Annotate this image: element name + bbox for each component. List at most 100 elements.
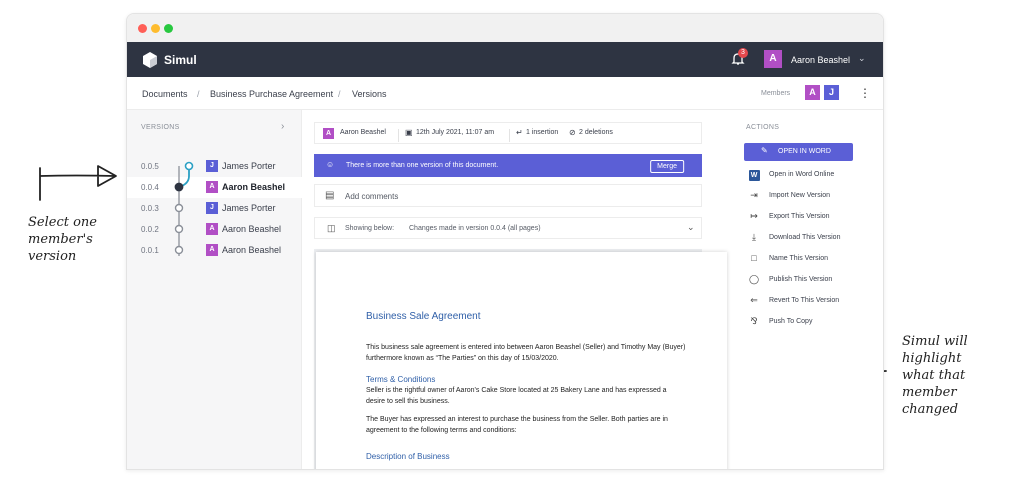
version-row[interactable]: 0.0.1 A Aaron Beashel [127, 240, 302, 261]
banner-message: There is more than one version of this d… [346, 162, 499, 169]
versions-title: VERSIONS [141, 124, 180, 131]
annotation-right: Simul will highlight what that member ch… [902, 334, 968, 417]
add-comments-label: Add comments [345, 192, 399, 201]
breadcrumb-documents[interactable]: Documents [142, 89, 188, 99]
version-number: 0.0.5 [141, 162, 159, 171]
version-date: 12th July 2021, 11:07 am [416, 129, 495, 136]
breadcrumb-separator: / [338, 89, 341, 99]
action-label: Download This Version [769, 234, 841, 241]
action-label: Import New Version [769, 192, 831, 199]
member-avatar[interactable]: J [824, 85, 839, 100]
bookmark-icon: □ [751, 253, 757, 263]
version-author-name: James Porter [222, 161, 276, 171]
version-meta-bar: A Aaron Beashel ▣ 12th July 2021, 11:07 … [314, 122, 702, 144]
action-publish-this-version[interactable]: ◯ Publish This Version [744, 272, 883, 288]
divider [509, 129, 510, 142]
showing-value: Changes made in version 0.0.4 (all pages… [409, 225, 541, 232]
app-name: Simul [164, 53, 197, 67]
version-author-name: Aaron Beashel [222, 224, 282, 234]
open-in-word-button[interactable]: ✎ OPEN IN WORD [744, 143, 853, 161]
version-row[interactable]: 0.0.5 J James Porter [127, 156, 302, 177]
breadcrumb-business-purchase-agreement[interactable]: Business Purchase Agreement [210, 89, 333, 99]
version-node-selected [174, 182, 184, 192]
simul-logo-icon [143, 52, 157, 68]
document-search-icon: ◫ [327, 223, 336, 233]
version-author-name: Aaron Beashel [222, 182, 286, 192]
version-author-avatar: A [206, 244, 218, 256]
app-header: Simul 3 A Aaron Beashel ⌄ [127, 42, 883, 77]
window-titlebar [127, 14, 883, 42]
pencil-icon: ✎ [761, 146, 768, 155]
chevron-down-icon[interactable]: ⌄ [858, 53, 866, 64]
breadcrumb-separator: / [197, 89, 200, 99]
multiple-versions-banner: ☺ There is more than one version of this… [314, 154, 702, 177]
maximize-window-button[interactable] [164, 24, 173, 33]
user-avatar[interactable]: A [764, 50, 782, 68]
version-detail: A Aaron Beashel ▣ 12th July 2021, 11:07 … [314, 110, 727, 469]
version-row[interactable]: 0.0.3 J James Porter [127, 198, 302, 219]
action-export-this-version[interactable]: ↦ Export This Version [744, 209, 883, 225]
document-preview-area[interactable]: Business Sale Agreement This business sa… [314, 249, 727, 469]
insertion-icon: ↵ [516, 128, 523, 137]
push-icon: ⅋ [750, 316, 758, 326]
action-label: Revert To This Version [769, 297, 840, 304]
version-row[interactable]: 0.0.2 A Aaron Beashel [127, 219, 302, 240]
version-number: 0.0.4 [141, 183, 159, 192]
deletion-icon: ⊘ [569, 128, 576, 137]
publish-icon: ◯ [748, 274, 760, 284]
showing-filter-dropdown[interactable]: ◫ Showing below: Changes made in version… [314, 217, 702, 239]
members-label: Members [761, 90, 791, 97]
action-label: Name This Version [769, 255, 829, 262]
version-row-selected[interactable]: 0.0.4 A Aaron Beashel [127, 177, 302, 198]
version-node [174, 224, 184, 234]
notification-count-badge: 3 [738, 48, 748, 58]
chevron-right-icon[interactable]: › [281, 121, 284, 132]
more-options-icon[interactable]: ⋮ [859, 86, 871, 100]
showing-label: Showing below: [345, 225, 395, 232]
breadcrumb-bar: Documents / Business Purchase Agreement … [127, 77, 883, 110]
version-node [174, 203, 184, 213]
action-label: Push To Copy [769, 318, 813, 325]
document-heading: Description of Business [366, 452, 450, 461]
document-title: Business Sale Agreement [366, 311, 481, 322]
version-number: 0.0.3 [141, 204, 159, 213]
document-paragraph: The Buyer has expressed an interest to p… [366, 416, 668, 434]
export-icon: ↦ [750, 211, 758, 221]
version-author-name: James Porter [222, 203, 276, 213]
author-avatar: A [323, 128, 334, 139]
version-author-avatar: J [206, 160, 218, 172]
minimize-window-button[interactable] [151, 24, 160, 33]
action-label: Publish This Version [769, 276, 833, 283]
action-label: Open in Word Online [769, 171, 835, 178]
close-window-button[interactable] [138, 24, 147, 33]
add-comments-field[interactable]: ▤ Add comments [314, 184, 702, 207]
user-icon: ☺ [326, 160, 335, 169]
document-paragraph: Seller is the rightful owner of Aaron's … [366, 387, 667, 405]
action-push-to-copy[interactable]: ⅋ Push To Copy [744, 314, 883, 330]
document-paragraph: This business sale agreement is entered … [366, 344, 686, 362]
open-in-word-label: OPEN IN WORD [778, 148, 831, 155]
document-page: Business Sale Agreement This business sa… [316, 252, 727, 469]
action-open-in-word-online[interactable]: W Open in Word Online [744, 167, 883, 183]
versions-sidebar: VERSIONS › 0.0.5 J James Porter 0.0.4 A … [127, 110, 302, 469]
user-name[interactable]: Aaron Beashel [791, 55, 850, 65]
action-download-this-version[interactable]: ⤓ Download This Version [744, 230, 883, 246]
calendar-icon: ▣ [405, 128, 413, 137]
action-revert-to-this-version[interactable]: ⇐ Revert To This Version [744, 293, 883, 309]
chevron-down-icon[interactable]: ⌄ [687, 222, 695, 233]
author-name: Aaron Beashel [340, 129, 386, 136]
insertion-count: 1 insertion [526, 129, 559, 136]
action-name-this-version[interactable]: □ Name This Version [744, 251, 883, 267]
action-import-new-version[interactable]: ⇥ Import New Version [744, 188, 883, 204]
revert-icon: ⇐ [750, 295, 758, 305]
word-icon: W [748, 169, 760, 181]
version-tree-graph [174, 161, 194, 256]
member-avatar[interactable]: A [805, 85, 820, 100]
version-author-avatar: A [206, 223, 218, 235]
merge-button[interactable]: Merge [650, 160, 684, 173]
divider [398, 129, 399, 142]
arrow-right-sketch-icon [39, 165, 117, 201]
version-author-name: Aaron Beashel [222, 245, 282, 255]
breadcrumb-versions: Versions [352, 89, 387, 99]
version-node [174, 245, 184, 255]
